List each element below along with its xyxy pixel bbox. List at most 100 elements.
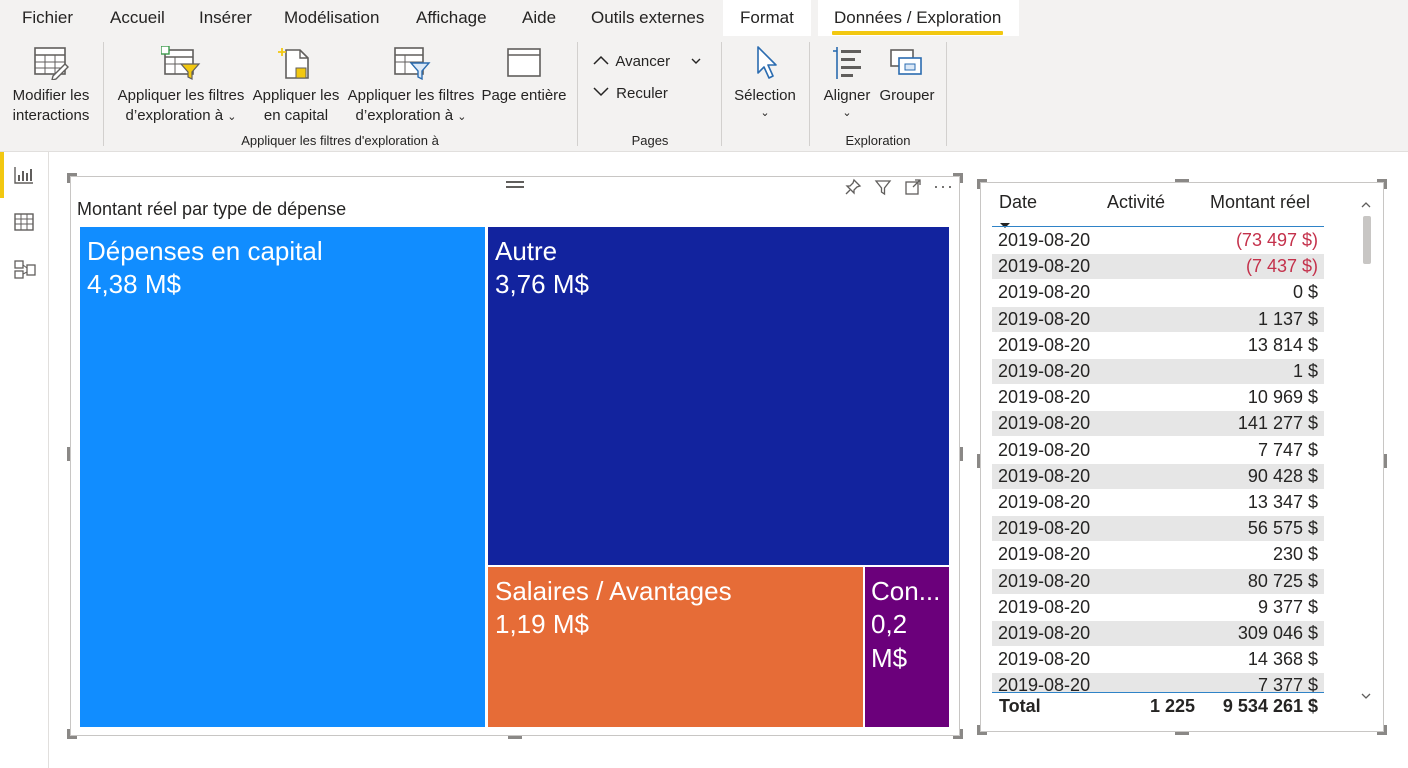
column-header-amount[interactable]: Montant réel [1210, 192, 1310, 213]
menu-donnees-exploration[interactable]: Données / Exploration [818, 0, 1019, 36]
resize-handle[interactable] [1384, 454, 1387, 468]
cell-amount: 10 969 $ [1247, 387, 1318, 408]
model-view-icon[interactable] [14, 260, 36, 285]
resize-handle[interactable] [1175, 179, 1189, 182]
resize-handle[interactable] [67, 729, 70, 739]
table-row[interactable]: 2019-08-20 7 747 $ [992, 438, 1324, 463]
table-row[interactable]: 2019-08-20 (7 437 $) [992, 254, 1324, 280]
tile-value: 0,2 [871, 609, 908, 639]
focus-mode-icon[interactable] [904, 178, 922, 198]
cell-amount: 7 377 $ [1257, 675, 1318, 692]
table-row[interactable]: 2019-08-20 (73 497 $) [992, 228, 1324, 253]
edit-interactions-icon [34, 47, 69, 80]
resize-handle[interactable] [960, 729, 963, 739]
cell-date: 2019-08-20 [998, 282, 1091, 303]
table-row[interactable]: 2019-08-20 13 347 $ [992, 490, 1324, 515]
resize-handle[interactable] [977, 725, 980, 735]
resize-handle[interactable] [960, 173, 963, 183]
tile-value: 3,76 M$ [495, 269, 589, 299]
cell-amount: 309 046 $ [1237, 623, 1318, 643]
treemap-tile[interactable]: Con... 0,2 M$ [865, 567, 949, 727]
edit-interactions-label-2: interactions [12, 107, 90, 124]
table-row[interactable]: 2019-08-20 7 377 $ [992, 673, 1324, 692]
forward-button[interactable]: Avancer [592, 53, 670, 70]
scroll-thumb[interactable] [1363, 216, 1371, 264]
treemap-tile[interactable]: Dépenses en capital 4,38 M$ [80, 227, 485, 727]
table-row[interactable]: 2019-08-20 230 $ [992, 542, 1324, 567]
resize-handle[interactable] [67, 173, 70, 183]
cell-date: 2019-08-20 [998, 518, 1091, 539]
apply-drill-filters-2-label-2-text: d’exploration à [355, 107, 454, 124]
scroll-up-icon[interactable] [1361, 196, 1371, 214]
menu-outils-externes[interactable]: Outils externes [585, 0, 710, 36]
menu-donnees-exploration-label: Données / Exploration [834, 8, 1002, 27]
more-options-icon[interactable]: ··· [933, 176, 954, 196]
cell-date: 2019-08-20 [998, 675, 1091, 692]
group-button[interactable]: Grouper [876, 46, 938, 106]
cell-date: 2019-08-20 [998, 308, 1091, 329]
menu-fichier[interactable]: Fichier [16, 0, 79, 36]
apply-capital-label-1: Appliquer les [252, 87, 340, 104]
full-page-button[interactable]: Page entière [480, 46, 568, 106]
menu-inserer[interactable]: Insérer [193, 0, 258, 36]
apply-drill-filters-2-button[interactable]: Appliquer les filtres d’exploration à ⌄ [344, 46, 478, 127]
table-row[interactable]: 2019-08-20 90 428 $ [992, 463, 1324, 489]
table-row[interactable]: 2019-08-20 9 377 $ [992, 595, 1324, 620]
pin-icon[interactable] [844, 178, 862, 198]
table-row[interactable]: 2019-08-20 13 814 $ [992, 333, 1324, 358]
forward-dropdown[interactable] [690, 53, 702, 70]
align-icon [833, 47, 861, 79]
chevron-down-icon: ⌄ [227, 111, 237, 123]
resize-handle[interactable] [67, 447, 70, 461]
treemap-tile[interactable]: Autre 3,76 M$ [488, 227, 949, 565]
table-row[interactable]: 2019-08-20 80 725 $ [992, 568, 1324, 594]
table-row[interactable]: 2019-08-20 141 277 $ [992, 411, 1324, 437]
cell-amount: 1 137 $ [1257, 308, 1318, 329]
apply-drill-filters-2-label-2: d’exploration à ⌄ [344, 106, 478, 127]
resize-handle[interactable] [1384, 179, 1387, 189]
chevron-down-icon [691, 58, 701, 64]
menu-modelisation[interactable]: Modélisation [278, 0, 385, 36]
backward-button[interactable]: Reculer [592, 85, 668, 102]
cell-amount: 1 $ [1292, 361, 1318, 381]
resize-handle[interactable] [960, 447, 963, 461]
apply-drill-filters-button[interactable]: Appliquer les filtres d’exploration à ⌄ [114, 46, 248, 127]
table-row[interactable]: 2019-08-20 309 046 $ [992, 621, 1324, 646]
header-divider [992, 226, 1324, 227]
tile-name: Autre [495, 236, 558, 266]
resize-handle[interactable] [977, 179, 980, 189]
table-row[interactable]: 2019-08-20 1 $ [992, 359, 1324, 384]
treemap-tile[interactable]: Salaires / Avantages 1,19 M$ [488, 567, 863, 727]
resize-handle[interactable] [508, 736, 522, 739]
table-scrollbar[interactable] [1360, 196, 1372, 701]
resize-handle[interactable] [1384, 725, 1387, 735]
align-button[interactable]: Aligner ⌄ [818, 46, 876, 120]
table-row[interactable]: 2019-08-20 56 575 $ [992, 516, 1324, 542]
menu-accueil[interactable]: Accueil [104, 0, 171, 36]
cell-amount: 13 347 $ [1247, 492, 1318, 512]
edit-interactions-button[interactable]: Modifier les interactions [8, 46, 94, 126]
column-header-activity[interactable]: Activité [1107, 192, 1165, 213]
table-row[interactable]: 2019-08-20 14 368 $ [992, 647, 1324, 672]
table-row[interactable]: 2019-08-20 1 137 $ [992, 306, 1324, 332]
menu-bar: Fichier Accueil Insérer Modélisation Aff… [0, 0, 1408, 36]
cell-amount: 9 377 $ [1257, 596, 1318, 617]
resize-handle[interactable] [1175, 732, 1189, 735]
align-label: Aligner [823, 87, 871, 104]
filter-icon[interactable] [874, 178, 892, 198]
data-view-icon[interactable] [14, 213, 34, 236]
drag-grip-icon[interactable] [506, 181, 524, 189]
selection-button[interactable]: Sélection ⌄ [728, 46, 802, 120]
menu-affichage[interactable]: Affichage [410, 0, 493, 36]
column-header-date[interactable]: Date [999, 192, 1037, 213]
scroll-down-icon[interactable] [1361, 687, 1371, 705]
menu-aide[interactable]: Aide [516, 0, 562, 36]
table-filter-icon [394, 47, 431, 80]
menu-format[interactable]: Format [723, 0, 811, 36]
table-row[interactable]: 2019-08-20 10 969 $ [992, 385, 1324, 410]
cell-date: 2019-08-20 [998, 230, 1091, 250]
apply-capital-button[interactable]: Appliquer les en capital [252, 46, 340, 126]
report-view-icon[interactable] [14, 166, 34, 189]
resize-handle[interactable] [977, 454, 980, 468]
table-row[interactable]: 2019-08-20 0 $ [992, 280, 1324, 305]
